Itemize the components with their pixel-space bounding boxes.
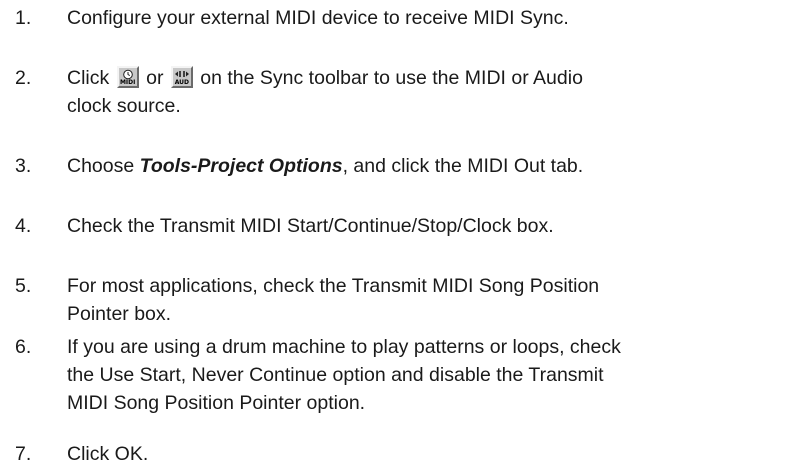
step-number: 5. xyxy=(15,275,32,297)
midi-sync-button[interactable]: MIDI xyxy=(116,66,139,88)
step-text-part: clock source. xyxy=(67,95,181,117)
step-text: Click MIDI or AUD on the Sync toolbar to… xyxy=(67,64,792,120)
step-text-part: Click xyxy=(67,67,110,89)
step-number: 7. xyxy=(15,443,32,465)
instruction-steps: 1. Configure your external MIDI device t… xyxy=(0,0,796,465)
step-text: Check the Transmit MIDI Start/Continue/S… xyxy=(67,215,554,237)
step-number: 1. xyxy=(15,7,32,29)
step-text-part: or xyxy=(146,67,164,89)
menu-path: Tools-Project Options xyxy=(139,155,343,177)
step-text: Click OK. xyxy=(67,443,149,465)
audio-sync-button[interactable]: AUD xyxy=(170,66,193,88)
step-text-part: Pointer box. xyxy=(67,303,172,325)
step-text-part: the Use Start, Never Continue option and… xyxy=(67,364,604,386)
step-text: If you are using a drum machine to play … xyxy=(67,333,792,417)
midi-button-caption: MIDI xyxy=(119,79,136,86)
step-text-part: If you are using a drum machine to play … xyxy=(67,336,621,358)
step-text-part: Choose xyxy=(67,155,135,177)
step-text: Choose Tools-Project Options, and click … xyxy=(67,152,792,180)
step-number: 3. xyxy=(15,155,32,177)
step-text-part: on the Sync toolbar to use the MIDI or A… xyxy=(200,67,583,89)
step-text-part: For most applications, check the Transmi… xyxy=(67,275,600,297)
step-number: 2. xyxy=(15,67,32,89)
step-number: 4. xyxy=(15,215,32,237)
audio-button-caption: AUD xyxy=(174,79,190,86)
step-text-part: , and click the MIDI Out tab. xyxy=(342,155,584,177)
step-text-part: MIDI Song Position Pointer option. xyxy=(67,392,366,414)
step-text: For most applications, check the Transmi… xyxy=(67,272,792,328)
step-text: Configure your external MIDI device to r… xyxy=(67,7,569,29)
step-number: 6. xyxy=(15,336,32,358)
